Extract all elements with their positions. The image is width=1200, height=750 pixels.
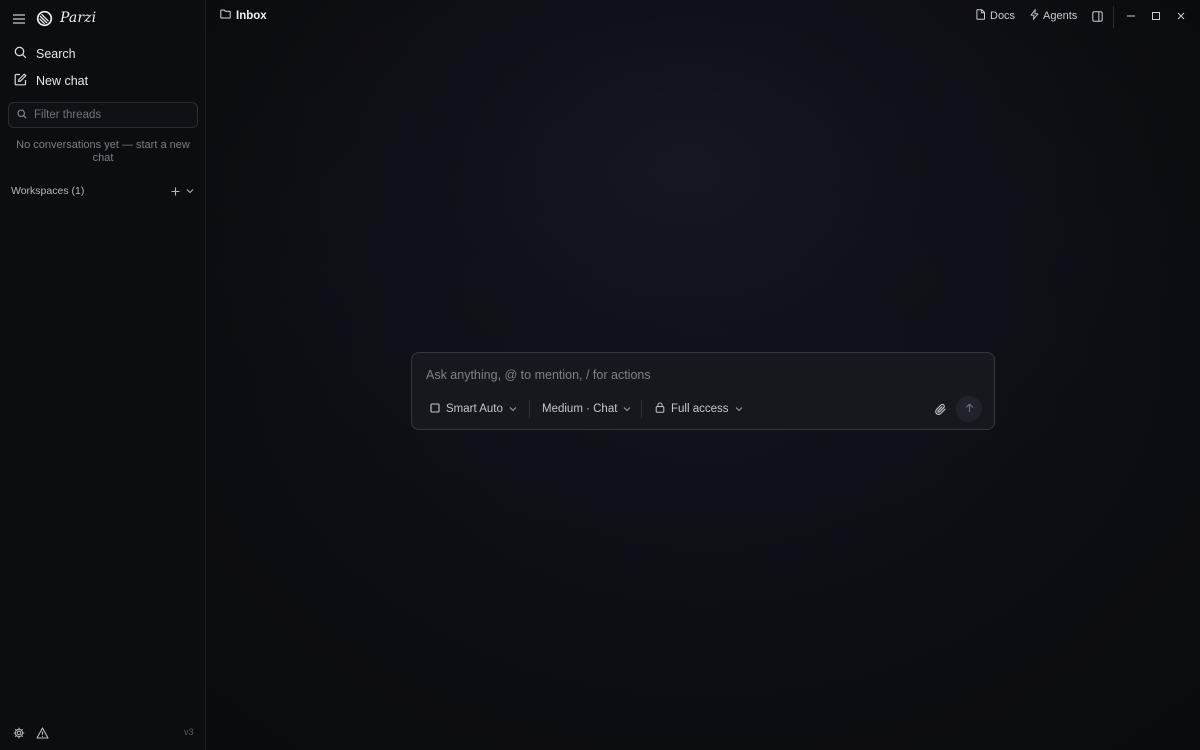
app-window: Parzi Search New chat No conversations y… <box>0 0 1200 750</box>
lightning-icon <box>1030 9 1039 23</box>
docs-label: Docs <box>990 10 1016 22</box>
workspaces-label: Workspaces (1) <box>11 185 85 197</box>
access-selector[interactable]: Full access <box>655 400 743 418</box>
chevron-down-icon[interactable] <box>184 184 196 198</box>
warning-triangle-icon[interactable] <box>34 725 50 741</box>
edit-square-icon <box>14 73 27 89</box>
document-icon <box>976 9 986 23</box>
close-icon[interactable] <box>1174 9 1188 23</box>
message-input[interactable] <box>426 365 976 385</box>
square-icon <box>430 402 440 416</box>
model-label: Smart Auto <box>446 403 503 415</box>
version-label: v3 <box>184 727 194 737</box>
docs-button[interactable]: Docs <box>976 9 1015 23</box>
search-icon <box>14 46 27 62</box>
divider <box>1113 6 1114 28</box>
empty-conversations-message: No conversations yet — start a new chat <box>16 139 190 164</box>
model-selector[interactable]: Smart Auto <box>430 400 517 418</box>
effort-selector[interactable]: Medium · Chat <box>542 400 631 418</box>
main-area: Inbox Docs Agents Ask anything, @ to men… <box>206 0 1200 750</box>
sidebar-item-new-chat[interactable]: New chat <box>8 68 198 94</box>
sidebar-item-label: New chat <box>36 74 89 88</box>
sidebar-item-search[interactable]: Search <box>8 41 198 67</box>
gear-icon[interactable] <box>11 725 27 741</box>
chevron-down-icon <box>509 403 517 415</box>
breadcrumb[interactable]: Inbox <box>220 9 267 22</box>
minimize-icon[interactable] <box>1124 9 1138 23</box>
sidebar-footer: v3 <box>0 724 206 742</box>
access-label: Full access <box>671 403 729 415</box>
chat-composer: Smart Auto Medium · Chat Full access <box>411 352 995 430</box>
hamburger-menu-icon[interactable] <box>11 11 27 27</box>
maximize-icon[interactable] <box>1149 9 1163 23</box>
agents-label: Agents <box>1043 10 1078 22</box>
filter-threads-field[interactable] <box>8 102 198 128</box>
brand-row: Parzi <box>0 0 206 38</box>
workspaces-header: Workspaces (1) <box>0 183 206 200</box>
panel-toggle-icon[interactable] <box>1091 10 1103 22</box>
breadcrumb-label: Inbox <box>236 9 267 22</box>
send-button[interactable] <box>956 396 982 422</box>
effort-label: Medium · Chat <box>542 403 618 415</box>
search-icon <box>17 106 27 124</box>
chevron-down-icon <box>623 403 631 415</box>
sidebar: Parzi Search New chat No conversations y… <box>0 0 206 750</box>
brand-name: Parzi <box>60 10 97 26</box>
no-entry-logo-icon <box>36 10 53 27</box>
chevron-down-icon <box>735 403 743 415</box>
folder-icon <box>220 9 231 22</box>
divider <box>641 400 642 418</box>
arrow-up-icon <box>965 400 974 418</box>
divider <box>529 400 530 418</box>
paperclip-icon[interactable] <box>932 401 948 417</box>
plus-icon[interactable] <box>168 184 182 198</box>
agents-button[interactable]: Agents <box>1030 9 1077 23</box>
lock-icon <box>655 402 665 416</box>
top-bar: Inbox Docs Agents <box>206 0 1200 32</box>
filter-threads-input[interactable] <box>34 109 197 121</box>
sidebar-item-label: Search <box>36 47 76 61</box>
